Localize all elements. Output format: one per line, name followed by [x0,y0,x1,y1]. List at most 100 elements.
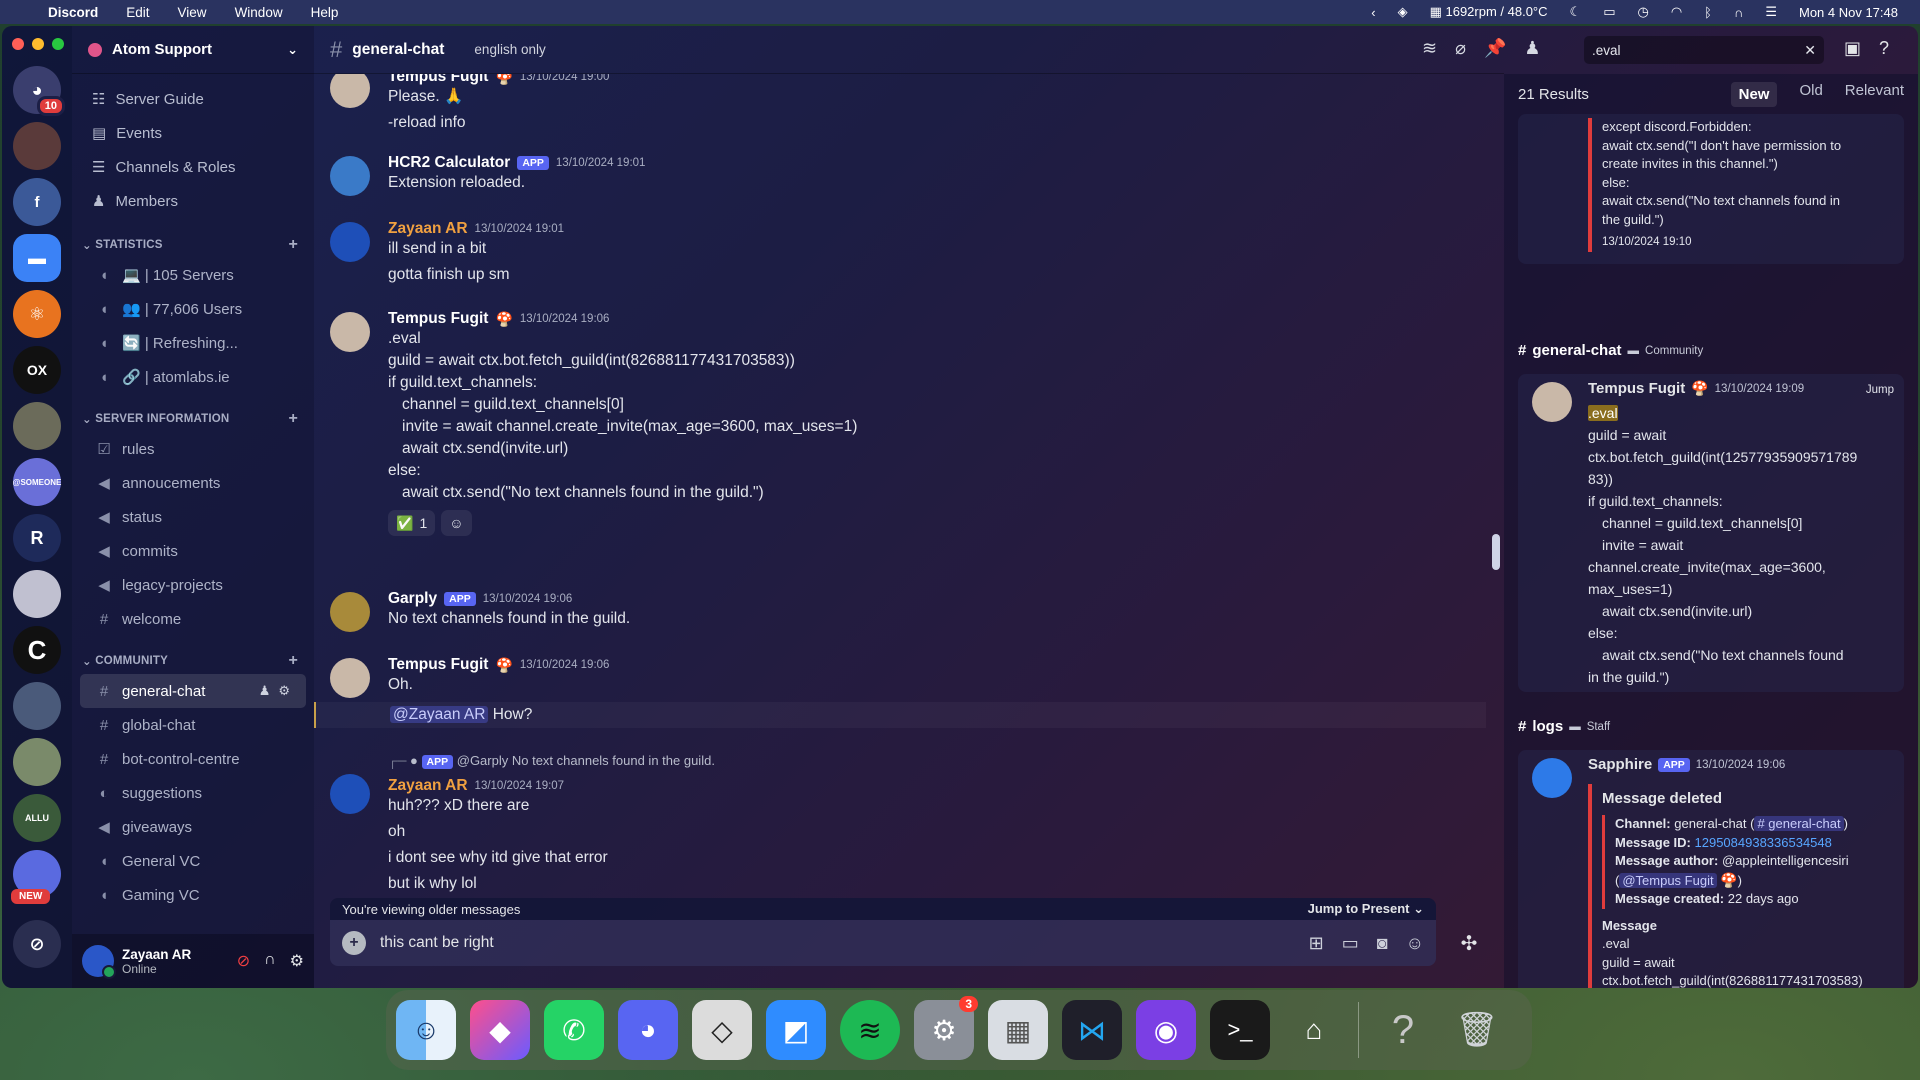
server-header[interactable]: Atom Support ⌄ [72,26,314,74]
author-name[interactable]: Garply [388,590,437,608]
emoji-icon[interactable]: ☺ [1406,933,1424,954]
reaction-check[interactable]: ✅ 1 [388,510,436,536]
inbox-icon[interactable]: ▣ [1844,38,1861,59]
channel-suggestions[interactable]: ◐ suggestions [80,776,306,810]
channel-users[interactable]: ◖ 👥 | 77,606 Users [80,292,306,326]
menu-edit[interactable]: Edit [126,5,149,20]
roblox-studio-icon[interactable]: ◩ [766,1000,826,1060]
finder-icon[interactable]: ☺ [396,1000,456,1060]
message[interactable]: Tempus Fugit 🍄 13/10/2024 19:06 .eval guil… [330,310,1470,536]
gift-icon[interactable]: ⊞ [1309,933,1324,954]
fan-status[interactable]: ▦ 1692rpm / 48.0°C [1430,4,1548,20]
discord-icon[interactable]: ◕ [618,1000,678,1060]
result-channel-header[interactable]: # logs ▬ Staff [1518,718,1610,735]
help-icon[interactable]: ? [1879,38,1889,59]
result-channel-header[interactable]: # general-chat ▬ Community [1518,342,1703,359]
trash-icon[interactable]: 🗑 [1447,1000,1507,1060]
members-link[interactable]: ♟ Members [72,184,314,218]
add-channel-icon[interactable]: + [288,652,298,670]
category-server-information[interactable]: ⌄ SERVER INFORMATION + [72,406,314,432]
add-reaction-button[interactable]: ☺ [441,510,472,536]
moon-icon[interactable]: ☾ [1570,4,1582,20]
avatar[interactable] [330,222,370,262]
chat-scrollbar[interactable] [1492,74,1500,934]
shortcuts-icon[interactable]: ◆ [470,1000,530,1060]
message-id-link[interactable]: 1295084938336534548 [1695,835,1832,850]
channel-servers[interactable]: ◖ 💻 | 105 Servers [80,258,306,292]
channel-general-vc[interactable]: ◖ General VC [80,844,306,878]
sort-new-tab[interactable]: New [1730,81,1778,107]
gear-icon[interactable]: ⚙ [290,951,304,971]
category-community[interactable]: ⌄ COMMUNITY + [72,648,314,674]
channel-commits[interactable]: ◀ commits [80,534,306,568]
message[interactable]: ┌─ ● APP @Garply No text channels found … [330,750,1470,895]
channel-giveaways[interactable]: ◀ giveaways [80,810,306,844]
server-icon-5[interactable] [13,682,61,730]
clock-icon[interactable]: ◷ [1637,4,1648,20]
github-desktop-icon[interactable]: ◉ [1136,1000,1196,1060]
vscode-icon[interactable]: ⋈ [1062,1000,1122,1060]
jump-to-present-button[interactable]: Jump to Present ⌄ [1308,901,1424,917]
sort-relevant-tab[interactable]: Relevant [1845,82,1904,107]
events-link[interactable]: ▤ Events [72,116,314,150]
display-icon[interactable]: ▭ [1603,4,1615,20]
message-composer[interactable]: + this cant be right ⊞ ▭ ◙ ☺ [330,920,1436,966]
launchpad-icon[interactable]: ▦ [988,1000,1048,1060]
message[interactable]: HCR2 Calculator APP 13/10/2024 19:01 Exten… [330,154,1470,196]
reply-preview[interactable]: ┌─ ● APP @Garply No text channels found … [388,750,1470,773]
server-icon-ox[interactable]: OX [13,346,61,394]
server-icon-1[interactable] [13,122,61,170]
jump-button[interactable]: Jump [1866,384,1894,396]
notification-mute-icon[interactable]: ⌀ [1455,38,1466,59]
discover-compass-icon[interactable]: ⊘ [13,920,61,968]
channel-rules[interactable]: ☑ rules [80,432,306,466]
minimize-window-button[interactable] [32,38,44,50]
wifi-icon[interactable]: ◠ [1671,4,1682,20]
attach-plus-button[interactable]: + [342,931,366,955]
direct-messages-button[interactable]: ◕ 10 [13,66,65,116]
pin-icon[interactable]: 📌 [1484,38,1506,59]
channel-bot-control-centre[interactable]: # bot-control-centre [80,742,306,776]
channel-refreshing[interactable]: ◖ 🔄 | Refreshing... [80,326,306,360]
server-icon-2[interactable]: f [13,178,61,226]
channel-general-chat[interactable]: # general-chat ♟ ⚙ [80,674,306,708]
author-name[interactable]: Zayaan AR [388,220,468,238]
bluetooth-icon[interactable]: ᛒ [1704,5,1712,20]
help-icon[interactable]: ? [1373,1000,1433,1060]
channel-link[interactable]: # general-chat [1754,816,1844,831]
avatar[interactable] [82,945,116,979]
folder-icon[interactable]: ▬ [13,234,61,282]
server-icon-someone[interactable]: @SOMEONE [13,458,61,506]
unity-hub-icon[interactable]: ⌂ [1284,1000,1344,1060]
add-channel-icon[interactable]: + [288,410,298,428]
author-name[interactable]: Tempus Fugit [388,310,488,328]
author-name[interactable]: Tempus Fugit [1588,380,1685,397]
message-input[interactable]: this cant be right [380,934,494,952]
user-mention[interactable]: @Zayaan AR [390,706,489,723]
channel-welcome[interactable]: # welcome [80,602,306,636]
message[interactable]: Garply APP 13/10/2024 19:06 No text channe… [330,590,1470,632]
terminal-icon[interactable]: >_ [1210,1000,1270,1060]
menu-clock[interactable]: Mon 4 Nov 17:48 [1799,5,1898,20]
search-result-card[interactable]: Sapphire APP 13/10/2024 19:06 Message dele… [1518,750,1904,988]
author-name[interactable]: HCR2 Calculator [388,154,510,172]
avatar[interactable] [1532,382,1572,422]
highlighted-message[interactable]: @Zayaan AR How? [314,702,1486,728]
search-result-card[interactable]: except discord.Forbidden: await ctx.send… [1518,114,1904,264]
zoom-window-button[interactable] [52,38,64,50]
mute-mic-icon[interactable]: ⊘ [237,951,250,971]
headphones-icon[interactable]: ∩ [264,951,276,971]
avatar[interactable] [330,658,370,698]
server-icon-allu[interactable]: ALLU [13,794,61,842]
server-icon-new[interactable]: NEW [11,850,61,904]
author-name[interactable]: Tempus Fugit [388,74,488,86]
menu-app-name[interactable]: Discord [48,5,98,20]
server-icon-r[interactable]: R [13,514,61,562]
user-mention[interactable]: @Tempus Fugit [1619,872,1717,888]
channel-annoucements[interactable]: ◀ annoucements [80,466,306,500]
sort-old-tab[interactable]: Old [1799,82,1822,107]
channel-atomlabs[interactable]: ◖ 🔗 | atomlabs.ie [80,360,306,394]
member-list-icon[interactable]: ♟ [1524,38,1540,59]
invite-icon[interactable]: ♟ [259,683,271,699]
menu-window[interactable]: Window [235,5,283,20]
